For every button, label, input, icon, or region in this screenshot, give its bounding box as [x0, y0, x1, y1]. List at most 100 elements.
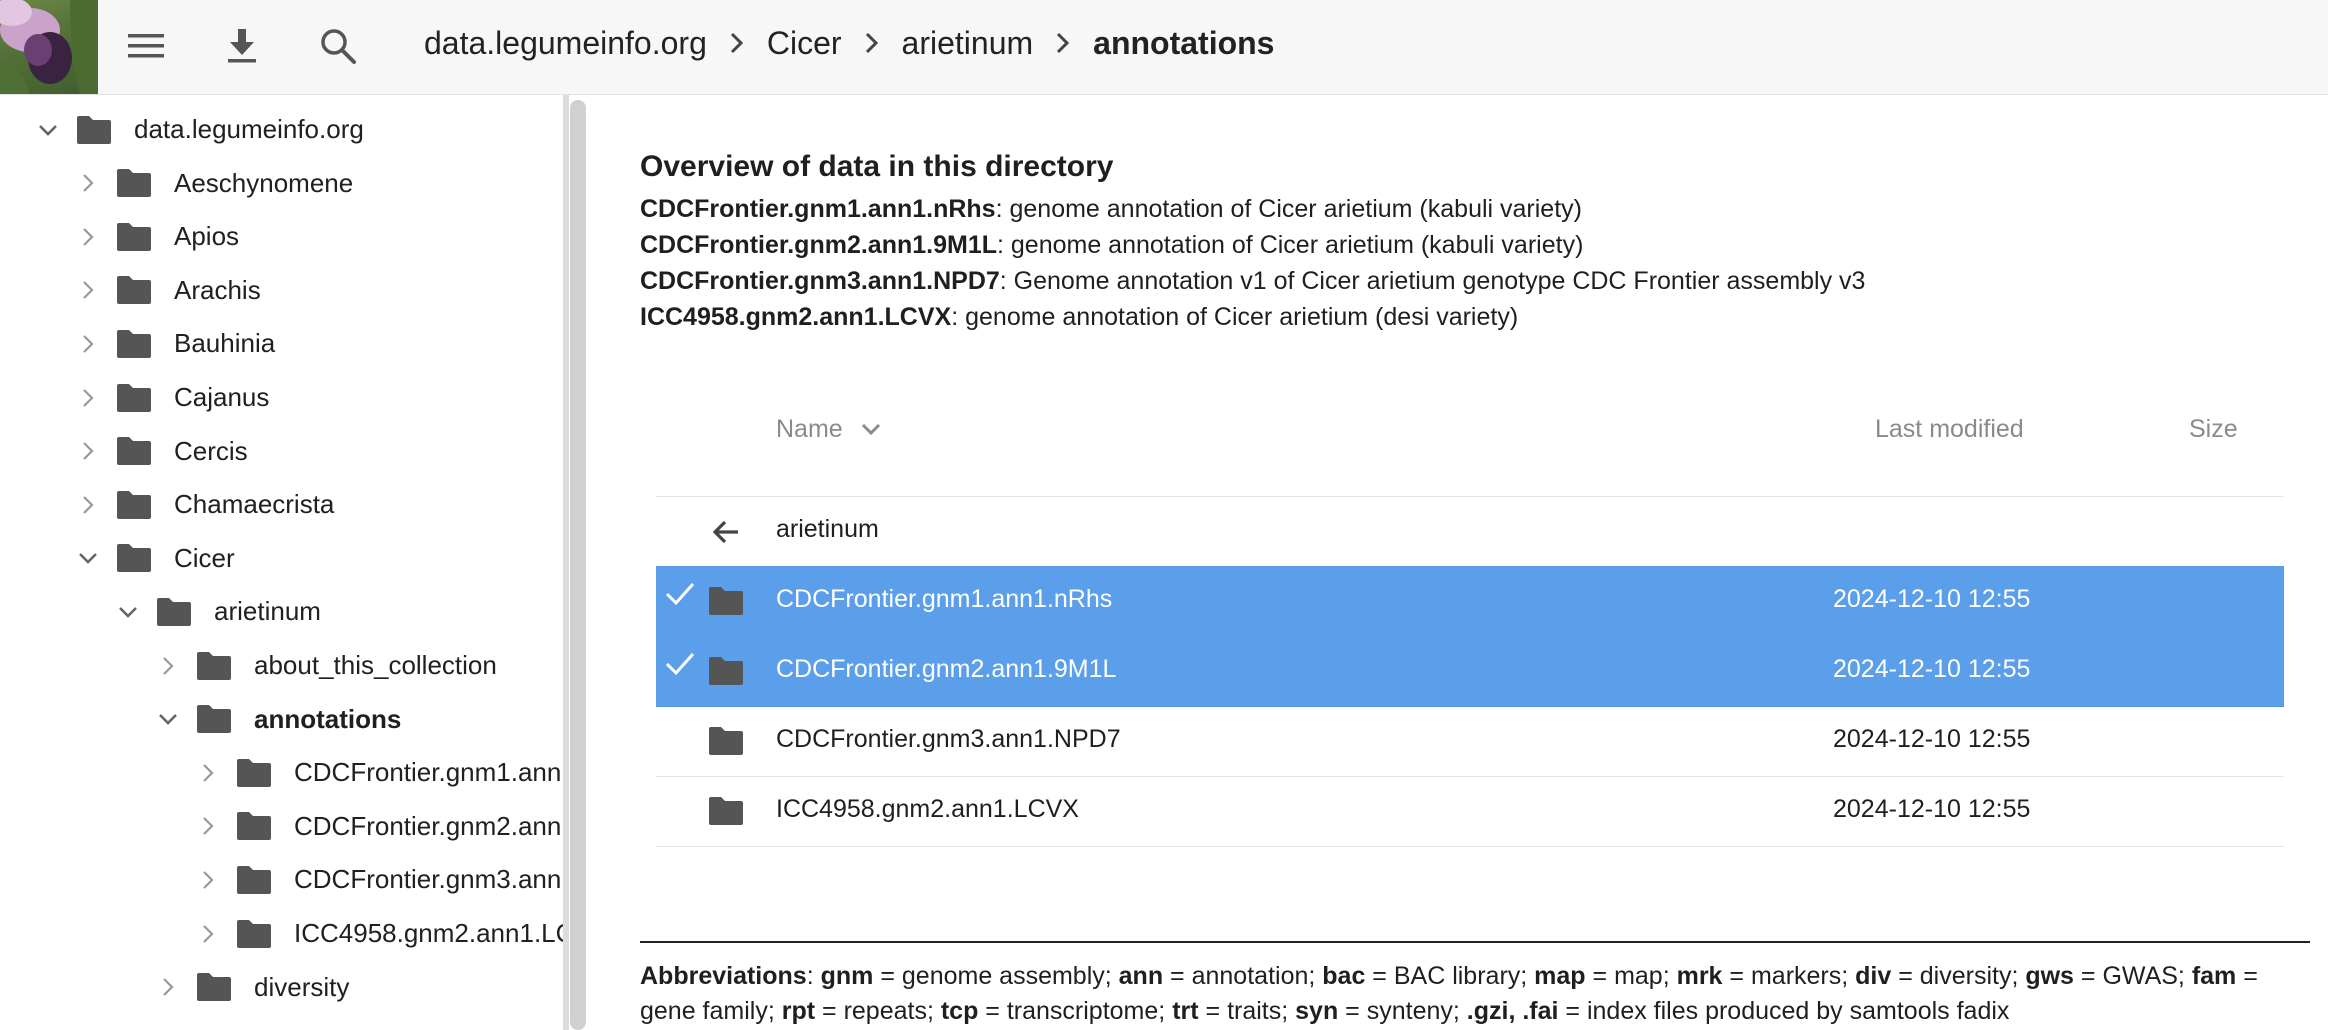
search-icon[interactable] [310, 18, 366, 74]
chevron-down-icon [861, 415, 881, 444]
tree-item[interactable]: Cajanus [68, 371, 269, 424]
tree-item[interactable]: about_this_collection [148, 639, 497, 692]
chevron-right-icon[interactable] [68, 270, 108, 310]
table-row[interactable]: ICC4958.gnm2.ann1.LCVX 2024-12-10 12:55 [656, 776, 2284, 847]
overview-text: : Genome annotation v1 of Cicer arietium… [999, 267, 1866, 295]
file-name[interactable]: ICC4958.gnm2.ann1.LCVX [776, 795, 1079, 824]
chevron-right-icon[interactable] [68, 324, 108, 364]
breadcrumb-current: annotations [1093, 24, 1275, 61]
chevron-right-icon [1033, 31, 1093, 55]
overview-line: CDCFrontier.gnm2.ann1.9M1L: genome annot… [640, 231, 1583, 260]
tree-item-label: Cajanus [174, 382, 270, 412]
last-modified: 2024-12-10 12:55 [1833, 795, 2031, 823]
folder-icon [236, 758, 272, 788]
abbreviations-divider [640, 941, 2310, 943]
column-header-modified[interactable]: Last modified [1875, 415, 2024, 444]
tree-item[interactable]: Bauhinia [68, 317, 275, 370]
chevron-right-icon[interactable] [188, 860, 228, 900]
abbreviation-value: = annotation; [1163, 962, 1323, 990]
folder-icon [236, 811, 272, 841]
file-name[interactable]: CDCFrontier.gnm1.ann1.nRhs [776, 585, 1112, 614]
chevron-right-icon[interactable] [68, 217, 108, 257]
chevron-right-icon[interactable] [188, 753, 228, 793]
folder-icon [116, 543, 152, 573]
chevron-down-icon[interactable] [148, 699, 188, 739]
table-header: Name Last modified Size [656, 385, 2284, 497]
directory-tree: data.legumeinfo.org Aeschynomene Apios Arac… [0, 95, 563, 1030]
breadcrumb-item[interactable]: Cicer [767, 25, 842, 62]
sidebar-divider[interactable] [563, 95, 569, 1030]
chevron-right-icon [842, 31, 902, 55]
overview-title: Overview of data in this directory [640, 150, 1114, 183]
tree-item[interactable]: Chamaecrista [68, 478, 334, 531]
overview-line: CDCFrontier.gnm3.ann1.NPD7: Genome annot… [640, 267, 1865, 296]
abbreviation-value: = BAC library; [1365, 962, 1535, 990]
last-modified: 2024-12-10 12:55 [1833, 585, 2031, 613]
sort-by-name[interactable]: Name [776, 415, 881, 444]
folder-icon [116, 383, 152, 413]
chevron-right-icon[interactable] [68, 163, 108, 203]
chevron-down-icon[interactable] [28, 110, 68, 150]
column-header-size[interactable]: Size [2189, 415, 2238, 444]
tree-item-label: CDCFrontier.gnm1.ann1 [294, 757, 563, 788]
table-row[interactable]: CDCFrontier.gnm3.ann1.NPD7 2024-12-10 12:… [656, 706, 2284, 777]
tree-item-label: diversity [254, 971, 350, 1002]
tree-item[interactable]: Arachis [68, 264, 261, 317]
tree-item[interactable]: arietinum [108, 585, 321, 638]
tree-item[interactable]: Aeschynomene [68, 157, 353, 210]
folder-icon [116, 490, 152, 520]
checkmark-icon[interactable] [662, 646, 698, 682]
folder-icon [708, 726, 744, 756]
tree-item[interactable]: CDCFrontier.gnm2.ann1 [188, 800, 563, 853]
arrow-left-icon [708, 514, 744, 550]
file-name[interactable]: CDCFrontier.gnm2.ann1.9M1L [776, 655, 1116, 684]
tree-item[interactable]: CDCFrontier.gnm1.ann1 [188, 746, 563, 799]
table-row[interactable]: CDCFrontier.gnm1.ann1.nRhs 2024-12-10 12:… [656, 566, 2284, 637]
sidebar-scrollbar[interactable] [570, 100, 586, 1030]
tree-item[interactable]: Cicer [68, 532, 235, 585]
folder-icon [236, 865, 272, 895]
tree-item[interactable]: CDCFrontier.gnm3.ann1 [188, 853, 563, 906]
checkmark-icon[interactable] [662, 576, 698, 612]
tree-item[interactable]: Cercis [68, 425, 248, 478]
folder-icon [116, 436, 152, 466]
chevron-right-icon[interactable] [188, 914, 228, 954]
table-row[interactable]: CDCFrontier.gnm2.ann1.9M1L 2024-12-10 12:… [656, 636, 2284, 707]
abbreviations: Abbreviations: gnm = genome assembly; an… [640, 962, 2258, 1025]
abbreviation-value: = GWAS; [2073, 962, 2192, 990]
tree-item[interactable]: diversity [148, 961, 349, 1014]
chevron-right-icon[interactable] [68, 431, 108, 471]
last-modified: 2024-12-10 12:55 [1833, 725, 2031, 753]
tree-item[interactable]: data.legumeinfo.org [28, 103, 364, 156]
chevron-right-icon[interactable] [68, 378, 108, 418]
chevron-right-icon[interactable] [148, 646, 188, 686]
chevron-right-icon[interactable] [188, 806, 228, 846]
folder-icon [116, 329, 152, 359]
chevron-right-icon[interactable] [148, 967, 188, 1007]
chevron-down-icon[interactable] [108, 592, 148, 632]
overview-key: CDCFrontier.gnm3.ann1.NPD7 [640, 267, 1000, 295]
site-logo[interactable] [0, 0, 98, 94]
tree-item[interactable]: ICC4958.gnm2.ann1.LCV [188, 907, 563, 960]
download-icon[interactable] [214, 18, 270, 74]
tree-item[interactable]: Apios [68, 210, 239, 263]
tree-item-label: CDCFrontier.gnm2.ann1 [294, 810, 563, 841]
chevron-right-icon[interactable] [68, 485, 108, 525]
folder-icon [156, 597, 192, 627]
folder-icon [116, 275, 152, 305]
folder-icon [708, 796, 744, 826]
folder-icon [196, 704, 232, 734]
abbreviation-key: mrk [1676, 962, 1723, 990]
parent-directory-name: arietinum [776, 515, 879, 543]
abbreviation-key: .gzi, .fai [1466, 997, 1559, 1025]
parent-directory-row[interactable]: arietinum [656, 496, 2284, 566]
tree-item[interactable]: annotations [148, 693, 401, 746]
abbreviation-key: rpt [781, 997, 816, 1025]
chevron-down-icon[interactable] [68, 538, 108, 578]
menu-icon[interactable] [118, 18, 174, 74]
breadcrumb-item[interactable]: data.legumeinfo.org [424, 25, 707, 62]
abbreviation-key: gws [2025, 962, 2074, 990]
breadcrumb-item[interactable]: arietinum [902, 25, 1034, 62]
folder-icon [708, 586, 744, 616]
file-name[interactable]: CDCFrontier.gnm3.ann1.NPD7 [776, 725, 1121, 754]
